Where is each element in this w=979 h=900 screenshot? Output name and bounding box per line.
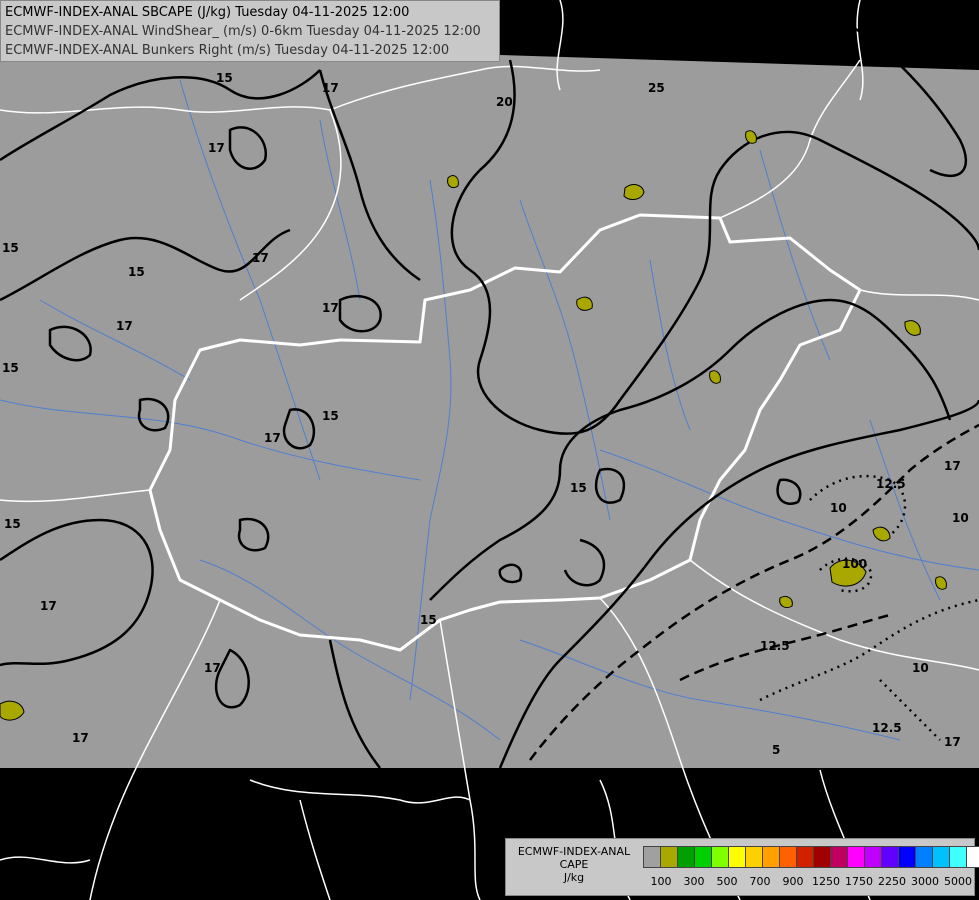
legend-tick-label: 900 <box>782 875 804 888</box>
contour-label: 17 <box>204 661 221 675</box>
header-title-bunkers: ECMWF-INDEX-ANAL Bunkers Right (m/s) Tue… <box>5 43 450 58</box>
contour-label: 10 <box>912 661 929 675</box>
legend-swatch <box>678 847 695 867</box>
header-title-windshear: ECMWF-INDEX-ANAL WindShear_ (m/s) 0-6km … <box>5 24 481 39</box>
legend-tick-label: 500 <box>716 875 738 888</box>
weather-map: 15 17 20 25 17 15 15 17 17 17 15 15 17 1… <box>0 0 979 900</box>
legend-swatch <box>899 847 916 867</box>
legend-tick-label: 3000 <box>911 875 939 888</box>
contour-label: 5 <box>772 743 780 757</box>
legend-swatch <box>831 847 848 867</box>
legend-tick-label: 700 <box>749 875 771 888</box>
contour-label: 15 <box>322 409 339 423</box>
contour-label: 17 <box>944 735 961 749</box>
legend-tick-label: 1250 <box>812 875 840 888</box>
header-title-cape: ECMWF-INDEX-ANAL SBCAPE (J/kg) Tuesday 0… <box>5 5 410 20</box>
legend-tick-labels: 100 300 500 700 900 1250 1750 2250 3000 5000 <box>643 875 973 889</box>
legend-swatch <box>848 847 865 867</box>
legend-swatch <box>916 847 933 867</box>
cape-legend: ECMWF-INDEX-ANAL CAPE J/kg 100 300 500 700 9… <box>505 838 979 896</box>
contour-label: 17 <box>944 459 961 473</box>
contour-label: 17 <box>116 319 133 333</box>
legend-tick-label: 2250 <box>878 875 906 888</box>
legend-tick-label: 5000 <box>944 875 972 888</box>
legend-title-param: CAPE <box>559 858 589 871</box>
contour-label: 15 <box>420 613 437 627</box>
contour-label: 12.5 <box>876 477 906 491</box>
contour-label: 25 <box>648 81 665 95</box>
contour-label: 100 <box>842 557 867 571</box>
legend-tick-label: 100 <box>650 875 672 888</box>
contour-label: 10 <box>952 511 969 525</box>
contour-label: 17 <box>252 251 269 265</box>
contour-label: 15 <box>216 71 233 85</box>
legend-swatch <box>746 847 763 867</box>
legend-swatch <box>644 847 661 867</box>
legend-swatch <box>780 847 797 867</box>
contour-label: 17 <box>322 301 339 315</box>
contour-label: 17 <box>264 431 281 445</box>
legend-swatch <box>712 847 729 867</box>
legend-title-unit: J/kg <box>563 871 585 884</box>
contour-label: 12.5 <box>760 639 790 653</box>
legend-swatch <box>695 847 712 867</box>
legend-swatch <box>933 847 950 867</box>
legend-swatch <box>729 847 746 867</box>
contour-label: 17 <box>208 141 225 155</box>
contour-label: 20 <box>496 95 513 109</box>
contour-label: 15 <box>128 265 145 279</box>
legend-swatch <box>967 847 979 867</box>
map-header: ECMWF-INDEX-ANAL SBCAPE (J/kg) Tuesday 0… <box>0 0 500 62</box>
legend-swatch <box>763 847 780 867</box>
contour-label: 15 <box>2 241 19 255</box>
legend-swatch <box>661 847 678 867</box>
legend-title: ECMWF-INDEX-ANAL CAPE J/kg <box>510 845 638 884</box>
contour-label: 17 <box>322 81 339 95</box>
legend-tick-label: 1750 <box>845 875 873 888</box>
legend-swatch <box>950 847 967 867</box>
contour-label: 10 <box>830 501 847 515</box>
legend-swatch <box>882 847 899 867</box>
contour-label: 17 <box>72 731 89 745</box>
legend-swatch <box>814 847 831 867</box>
contour-label: 15 <box>2 361 19 375</box>
legend-swatch <box>797 847 814 867</box>
contour-label: 12.5 <box>872 721 902 735</box>
contour-label: 15 <box>570 481 587 495</box>
contour-label: 17 <box>40 599 57 613</box>
legend-swatch <box>865 847 882 867</box>
contour-label: 15 <box>4 517 21 531</box>
legend-tick-label: 300 <box>683 875 705 888</box>
legend-color-scale <box>643 846 979 868</box>
legend-title-model: ECMWF-INDEX-ANAL <box>517 845 631 858</box>
